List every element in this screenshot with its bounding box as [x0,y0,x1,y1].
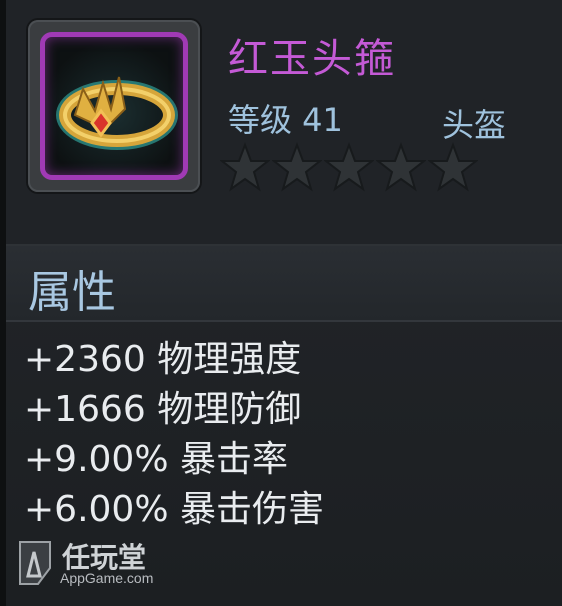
appgame-logo-icon [19,541,51,585]
item-icon-frame [40,32,188,180]
star-icon [324,142,374,192]
gold-ring-crown-icon [56,76,178,150]
star-icon [220,142,270,192]
star-icon [376,142,426,192]
attributes-header: 属性 [6,246,562,322]
star-icon [272,142,322,192]
attributes-title: 属性 [28,267,116,318]
attribute-line: +2360 物理强度 [24,339,302,380]
item-tooltip-panel: 红玉头箍 等级 41 头盔 属性 +2360 物理强度 +1666 物理防御 +… [0,0,562,606]
item-name: 红玉头箍 [228,36,396,82]
item-icon-slot[interactable] [28,20,200,192]
attribute-line: +9.00% 暴击率 [24,439,288,480]
item-level: 等级 41 [228,101,343,139]
watermark-site: AppGame.com [60,570,154,586]
watermark: 任玩堂 AppGame.com [16,536,176,592]
attribute-line: +6.00% 暴击伤害 [24,489,324,530]
item-slot-type: 头盔 [442,106,507,144]
item-header: 红玉头箍 等级 41 头盔 [6,0,562,244]
attribute-line: +1666 物理防御 [24,389,302,430]
star-icon [428,142,478,192]
